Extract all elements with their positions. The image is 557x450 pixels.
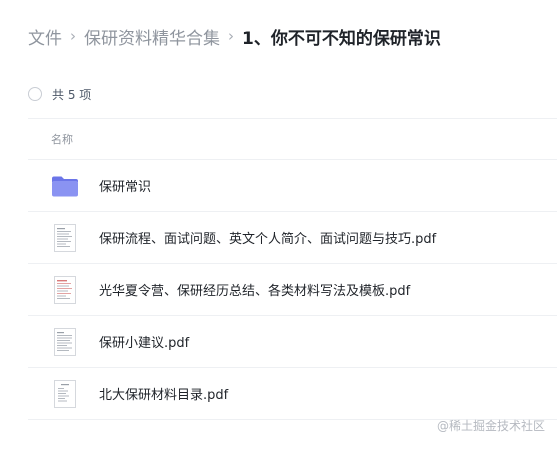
file-name[interactable]: 保研小建议.pdf xyxy=(99,332,189,351)
breadcrumb-separator: › xyxy=(228,27,234,45)
pdf-thumbnail-icon xyxy=(51,275,79,304)
table-row[interactable]: 保研小建议.pdf xyxy=(28,316,557,368)
select-all-checkbox[interactable] xyxy=(28,87,42,101)
table-header: 名称 xyxy=(28,118,557,160)
table-row[interactable]: 光华夏令营、保研经历总结、各类材料写法及模板.pdf xyxy=(28,264,557,316)
pdf-thumbnail-icon xyxy=(51,223,79,252)
watermark: @稀土掘金技术社区 xyxy=(436,419,545,433)
breadcrumb: 文件 › 保研资料精华合集 › 1、你不可不知的保研常识 xyxy=(28,22,441,50)
breadcrumb-parent-link[interactable]: 保研资料精华合集 xyxy=(84,24,220,49)
breadcrumb-root-link[interactable]: 文件 xyxy=(28,24,62,49)
item-count-label: 共 5 项 xyxy=(52,87,92,102)
file-name[interactable]: 保研流程、面试问题、英文个人简介、面试问题与技巧.pdf xyxy=(99,228,436,247)
pdf-thumbnail-icon xyxy=(51,327,79,356)
folder-icon xyxy=(51,172,79,200)
file-name[interactable]: 光华夏令营、保研经历总结、各类材料写法及模板.pdf xyxy=(99,280,410,299)
file-table: 名称 保研常识 保研流程、面试问题、英文个人简介、面试问题与技巧.pdf 光华夏… xyxy=(28,118,557,420)
table-row[interactable]: 北大保研材料目录.pdf xyxy=(28,368,557,420)
pdf-thumbnail-icon xyxy=(51,379,79,408)
item-count-row: 共 5 项 xyxy=(28,84,91,104)
file-name[interactable]: 保研常识 xyxy=(99,176,151,195)
table-row[interactable]: 保研常识 xyxy=(28,160,557,212)
table-row[interactable]: 保研流程、面试问题、英文个人简介、面试问题与技巧.pdf xyxy=(28,212,557,264)
breadcrumb-separator: › xyxy=(70,27,76,45)
column-header-name[interactable]: 名称 xyxy=(51,131,73,147)
breadcrumb-current: 1、你不可不知的保研常识 xyxy=(242,28,441,49)
file-name[interactable]: 北大保研材料目录.pdf xyxy=(99,384,228,403)
